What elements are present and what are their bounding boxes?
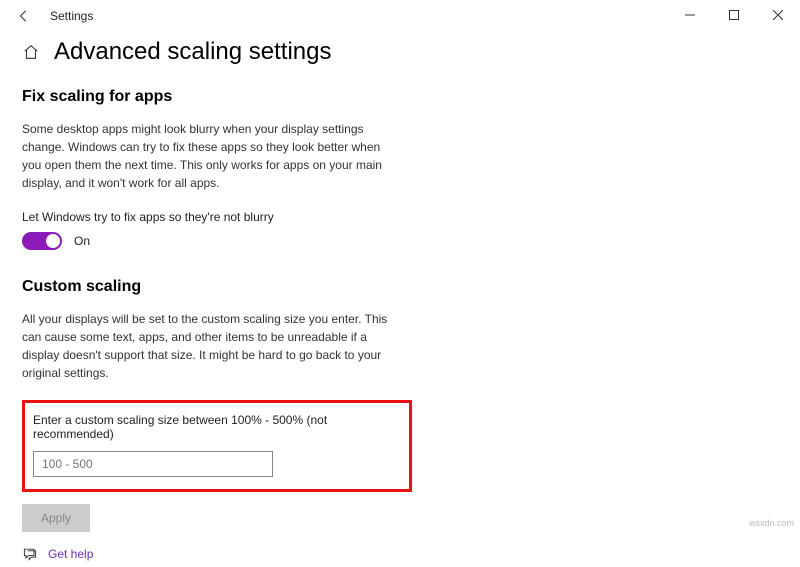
minimize-button[interactable] [668,0,712,30]
get-help-link[interactable]: Get help [48,547,93,561]
custom-scaling-input[interactable] [33,451,273,477]
custom-scaling-heading: Custom scaling [22,278,778,296]
fix-scaling-description: Some desktop apps might look blurry when… [22,120,402,192]
home-icon[interactable] [22,43,40,61]
chat-icon [22,546,38,562]
maximize-button[interactable] [712,0,756,30]
blurry-toggle-label: Let Windows try to fix apps so they're n… [22,210,778,224]
custom-scaling-input-label: Enter a custom scaling size between 100%… [33,413,401,441]
page-heading: Advanced scaling settings [54,38,332,66]
custom-scaling-highlight: Enter a custom scaling size between 100%… [22,400,412,492]
blurry-fix-toggle[interactable] [22,232,62,250]
blurry-toggle-state: On [74,234,90,248]
back-button[interactable] [12,4,36,28]
apply-button[interactable]: Apply [22,504,90,532]
close-button[interactable] [756,0,800,30]
fix-scaling-heading: Fix scaling for apps [22,88,778,106]
watermark: wsxdn.com [749,518,794,528]
custom-scaling-description: All your displays will be set to the cus… [22,310,402,382]
window-title: Settings [50,9,93,23]
